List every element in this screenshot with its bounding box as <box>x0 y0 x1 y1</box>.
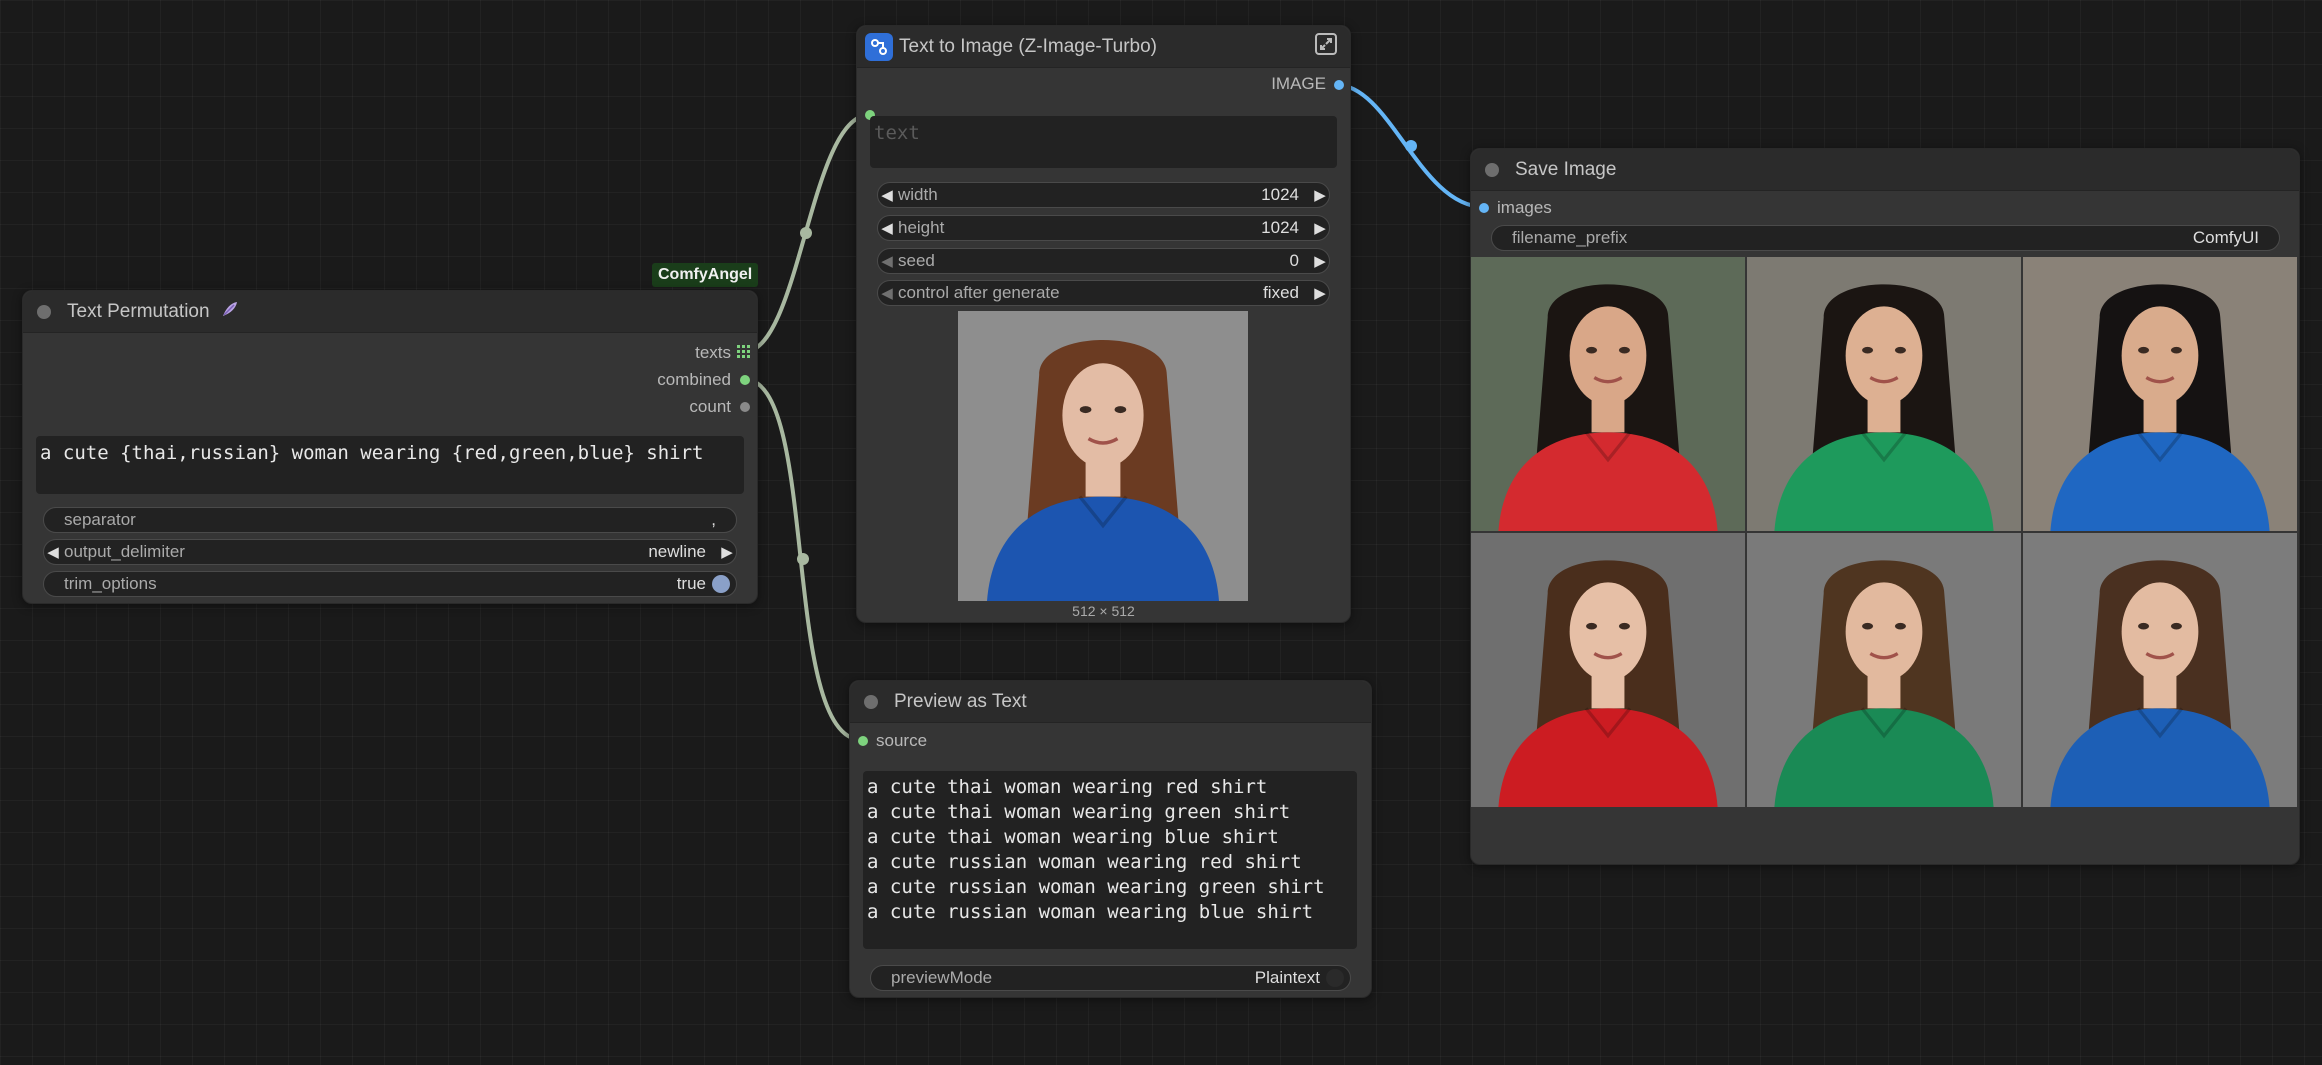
wire-texts-to-text <box>743 113 870 354</box>
node-title-bar[interactable]: Preview as Text <box>850 681 1371 723</box>
node-title: Preview as Text <box>894 690 1027 712</box>
output-image-thumbnail[interactable] <box>1747 257 2021 531</box>
comfyangel-badge: ComfyAngel <box>652 263 759 287</box>
output-delimiter-widget[interactable]: ◀ output_delimiter newline ▶ <box>43 539 737 565</box>
preview-text-area: a cute thai woman wearing red shirt a cut… <box>863 771 1357 949</box>
input-source-slot[interactable] <box>858 736 868 746</box>
width-widget[interactable]: ◀ width 1024 ▶ <box>877 182 1330 208</box>
increment-arrow-icon[interactable]: ▶ <box>1311 219 1329 237</box>
increment-arrow-icon[interactable]: ▶ <box>718 543 736 561</box>
toggle-knob-icon[interactable] <box>1326 969 1344 987</box>
preview-image <box>958 311 1248 601</box>
preview-line: a cute thai woman wearing green shirt <box>867 801 1291 823</box>
text-input[interactable]: text <box>870 116 1337 168</box>
preview-mode-toggle[interactable]: previewMode Plaintext <box>870 965 1351 991</box>
seed-widget[interactable]: ◀ seed 0 ▶ <box>877 248 1330 274</box>
node-title-bar[interactable]: Save Image <box>1471 149 2299 191</box>
node-title: Text to Image (Z-Image-Turbo) <box>899 35 1157 57</box>
preview-line: a cute russian woman wearing blue shirt <box>867 901 1314 923</box>
output-image-thumbnail[interactable] <box>1471 257 1745 531</box>
filename-prefix-widget[interactable]: filename_prefix ComfyUI <box>1491 225 2280 251</box>
preview-line: a cute thai woman wearing red shirt <box>867 776 1268 798</box>
control-after-generate-widget[interactable]: ◀ control after generate fixed ▶ <box>877 280 1330 306</box>
decrement-arrow-icon[interactable]: ◀ <box>878 186 896 204</box>
feather-icon <box>220 299 240 325</box>
output-image-thumbnail[interactable] <box>2023 257 2297 531</box>
workflow-icon <box>865 32 893 61</box>
preview-size-label: 512 × 512 <box>1072 603 1135 619</box>
trim-options-toggle[interactable]: trim_options true <box>43 571 737 597</box>
node-title-bar[interactable]: Text Permutation <box>23 291 757 333</box>
save-image-node[interactable]: Save Image images filename_prefix ComfyU… <box>1470 148 2300 865</box>
height-widget[interactable]: ◀ height 1024 ▶ <box>877 215 1330 241</box>
collapse-dot-icon[interactable] <box>864 694 878 709</box>
text-to-image-node[interactable]: Text to Image (Z-Image-Turbo) IMAGE text… <box>856 25 1351 623</box>
input-images-label: images <box>1497 198 1552 217</box>
node-title: Text Permutation <box>67 300 210 322</box>
decrement-arrow-icon[interactable]: ◀ <box>878 219 896 237</box>
preview-line: a cute russian woman wearing green shirt <box>867 876 1325 898</box>
preview-line: a cute russian woman wearing red shirt <box>867 851 1302 873</box>
output-image-thumbnail[interactable] <box>1471 533 1745 807</box>
increment-arrow-icon[interactable]: ▶ <box>1311 186 1329 204</box>
wire-combined-to-source <box>743 377 863 742</box>
output-image-grid <box>1471 257 2299 809</box>
output-image-slot[interactable] <box>1334 80 1344 90</box>
template-textarea[interactable]: a cute {thai,russian} woman wearing {red… <box>36 436 744 494</box>
output-combined-slot[interactable] <box>740 375 750 385</box>
toggle-knob-icon[interactable] <box>712 575 730 593</box>
decrement-arrow-icon[interactable]: ◀ <box>878 252 896 270</box>
increment-arrow-icon[interactable]: ▶ <box>1311 252 1329 270</box>
node-title: Save Image <box>1515 158 1617 180</box>
output-image-thumbnail[interactable] <box>2023 533 2297 807</box>
grid-icon[interactable] <box>737 345 751 364</box>
decrement-arrow-icon[interactable]: ◀ <box>44 543 62 561</box>
separator-widget[interactable]: separator , <box>43 507 737 533</box>
output-texts-label: texts <box>695 343 731 362</box>
collapse-dot-icon[interactable] <box>1485 162 1499 177</box>
output-combined-label: combined <box>657 370 731 389</box>
node-title-bar[interactable]: Text to Image (Z-Image-Turbo) <box>857 26 1350 68</box>
text-permutation-node[interactable]: Text Permutation texts combined count a … <box>22 290 758 604</box>
output-count-slot[interactable] <box>740 402 750 412</box>
preview-line: a cute thai woman wearing blue shirt <box>867 826 1279 848</box>
decrement-arrow-icon[interactable]: ◀ <box>878 284 896 302</box>
output-count-label: count <box>689 397 731 416</box>
collapse-dot-icon[interactable] <box>37 304 51 319</box>
output-image-thumbnail[interactable] <box>1747 533 2021 807</box>
input-source-label: source <box>876 731 928 750</box>
preview-as-text-node[interactable]: Preview as Text source a cute thai woman… <box>849 680 1372 998</box>
input-images-slot[interactable] <box>1479 203 1489 213</box>
expand-icon[interactable] <box>1314 32 1338 62</box>
output-image-label: IMAGE <box>1271 74 1326 93</box>
wire-image-to-images <box>1336 83 1485 209</box>
increment-arrow-icon[interactable]: ▶ <box>1311 284 1329 302</box>
